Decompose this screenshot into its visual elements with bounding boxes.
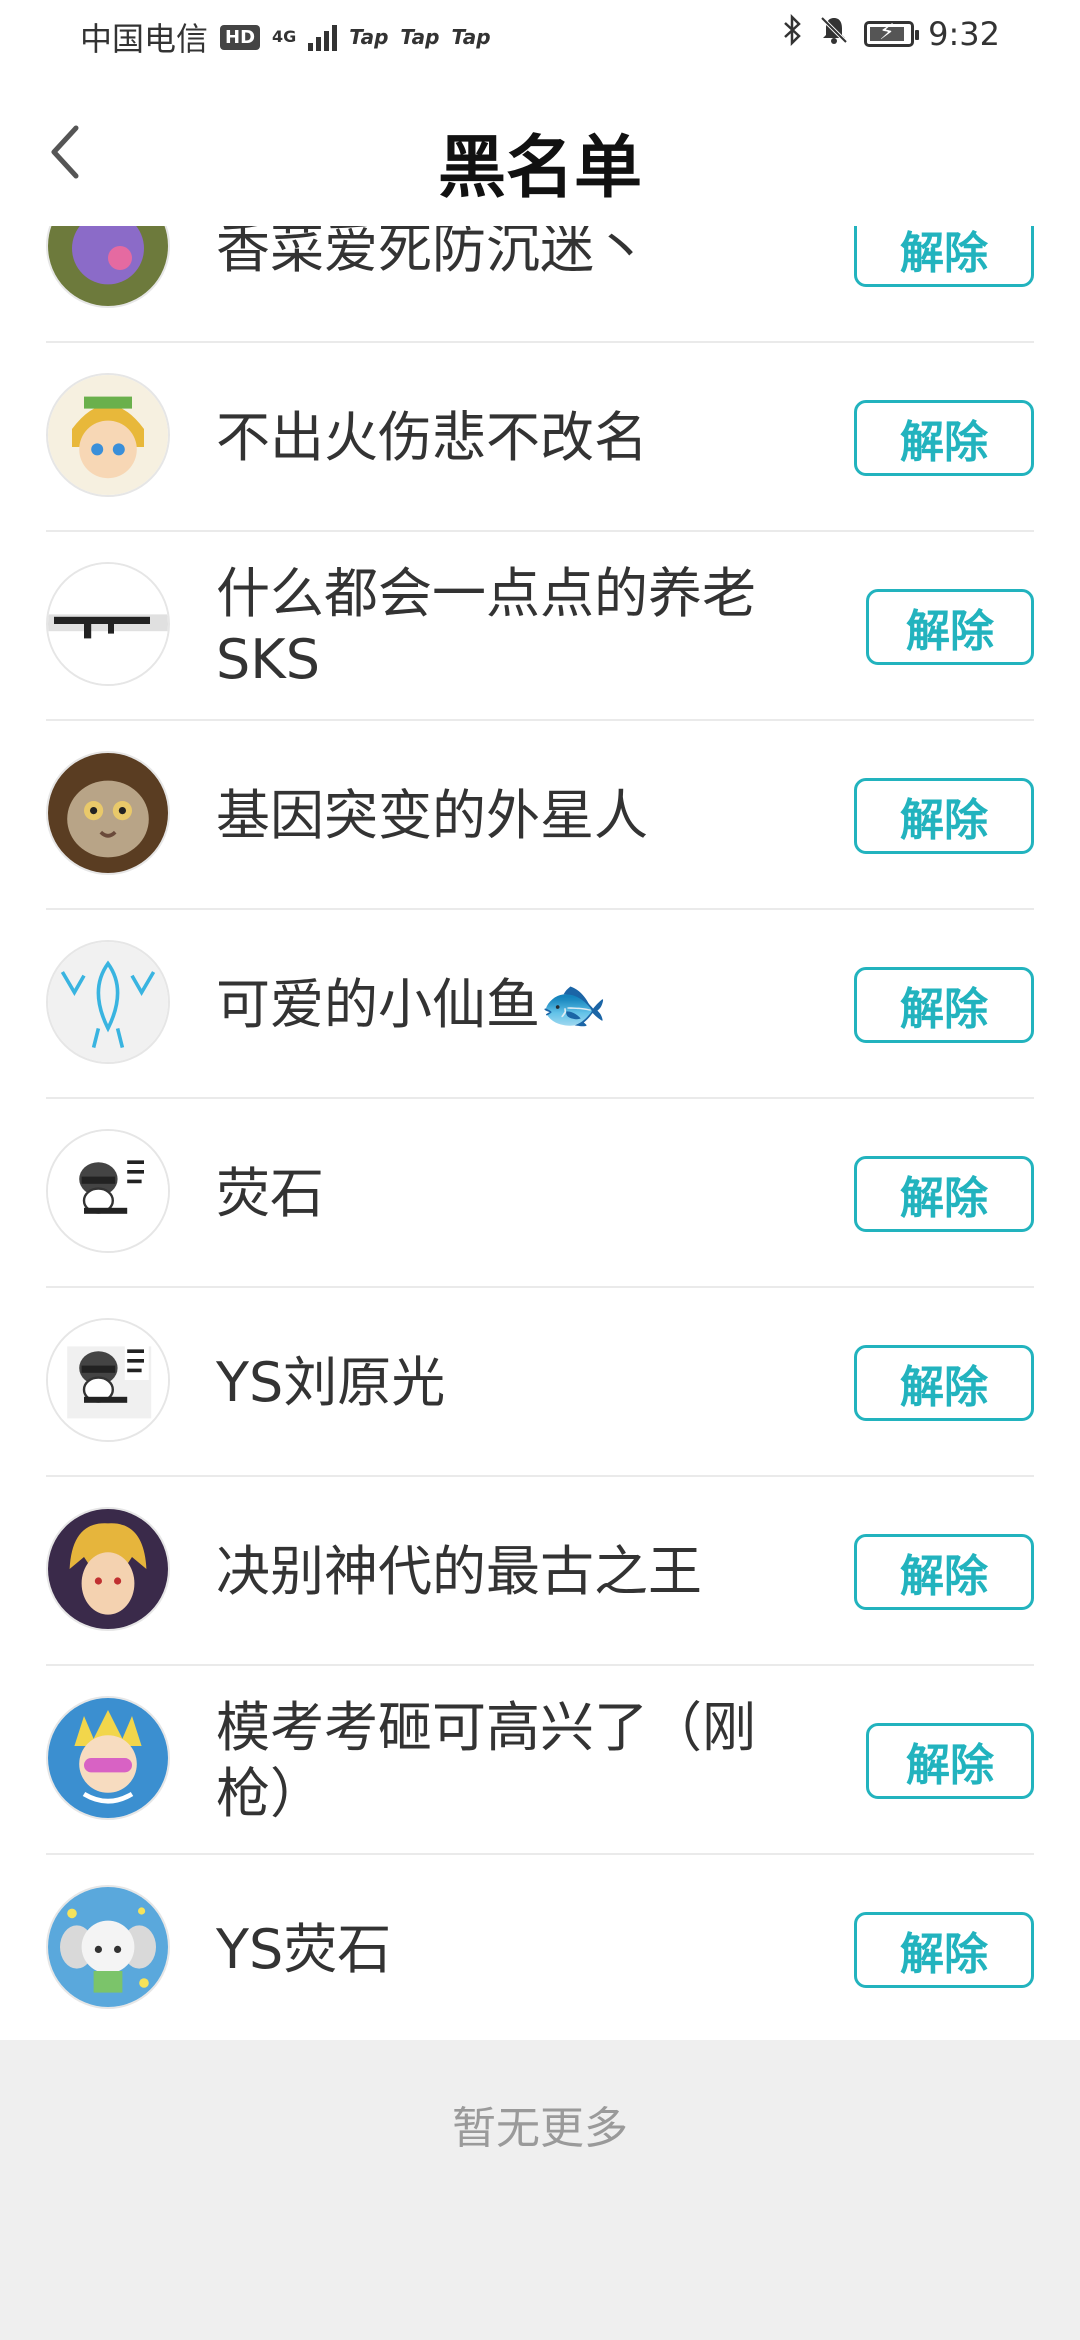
avatar[interactable] [46,1507,170,1631]
tap-notification-icon: Tap [451,25,491,49]
user-name: 什么都会一点点的养老SKS [216,561,756,691]
list-item: 荧石 解除 [0,1099,1080,1288]
status-right: ⚡ 9:32 [782,13,1000,54]
unblock-button[interactable]: 解除 [854,778,1034,854]
list-item: 模考考砸可高兴了（刚枪） 解除 [0,1666,1080,1855]
user-name: 可爱的小仙鱼🐟 [216,972,608,1036]
bluetooth-icon [782,13,804,54]
blacklist-scroll: 香菜爱死防沉迷丶 解除 不出火伤悲不改名 解除 什么都会一点点的养老SKS 解除… [0,226,1080,2040]
avatar[interactable] [46,373,170,497]
hd-badge: HD [220,24,261,50]
user-name: 不出火伤悲不改名 [216,405,648,469]
list-item: 香菜爱死防沉迷丶 解除 [0,226,1080,343]
unblock-button[interactable]: 解除 [854,400,1034,476]
list-item: 基因突变的外星人 解除 [0,721,1080,910]
mute-icon [818,14,850,54]
tap-notification-icon: Tap [400,25,440,49]
unblock-button[interactable]: 解除 [854,1912,1034,1988]
list-item: 可爱的小仙鱼🐟 解除 [0,910,1080,1099]
avatar[interactable] [46,1885,170,2009]
signal-icon [308,23,338,51]
carrier-label: 中国电信 [80,20,209,58]
page-title: 黑名单 [437,129,642,208]
user-name: YS荧石 [216,1917,392,1981]
list-item: YS刘原光 解除 [0,1288,1080,1477]
list-item: 什么都会一点点的养老SKS 解除 [0,532,1080,721]
status-left: 中国电信 HD 4G Tap Tap Tap [80,14,491,60]
clock: 9:32 [928,15,1000,53]
unblock-button[interactable]: 解除 [854,1156,1034,1232]
unblock-button[interactable]: 解除 [854,967,1034,1043]
avatar[interactable] [46,1318,170,1442]
user-name: 决别神代的最古之王 [216,1539,702,1603]
status-bar: 中国电信 HD 4G Tap Tap Tap ⚡ 9:32 [0,0,1080,72]
list-item: 不出火伤悲不改名 解除 [0,343,1080,532]
unblock-button[interactable]: 解除 [854,1345,1034,1421]
avatar[interactable] [46,226,170,308]
no-more-label: 暂无更多 [452,2103,628,2154]
avatar[interactable] [46,1129,170,1253]
list-item: 决别神代的最古之王 解除 [0,1477,1080,1666]
unblock-button[interactable]: 解除 [866,1723,1034,1799]
tap-notification-icon: Tap [349,25,389,49]
unblock-button[interactable]: 解除 [854,1534,1034,1610]
user-name: 基因突变的外星人 [216,783,648,847]
avatar[interactable] [46,940,170,1064]
user-name: 模考考砸可高兴了（刚枪） [216,1695,756,1825]
header: 黑名单 [0,72,1080,242]
user-name: 香菜爱死防沉迷丶 [216,226,648,280]
avatar[interactable] [46,751,170,875]
unblock-button[interactable]: 解除 [854,226,1034,287]
user-name: YS刘原光 [216,1350,446,1414]
list-footer: 暂无更多 [0,2040,1080,2340]
battery-icon: ⚡ [864,20,920,47]
user-name: 荧石 [216,1161,324,1225]
unblock-button[interactable]: 解除 [866,589,1034,665]
list-item: YS荧石 解除 [0,1855,1080,2040]
avatar[interactable] [46,1696,170,1820]
network-label: 4G [272,27,297,46]
blacklist[interactable]: 香菜爱死防沉迷丶 解除 不出火伤悲不改名 解除 什么都会一点点的养老SKS 解除… [0,226,1080,2040]
avatar[interactable] [46,562,170,686]
